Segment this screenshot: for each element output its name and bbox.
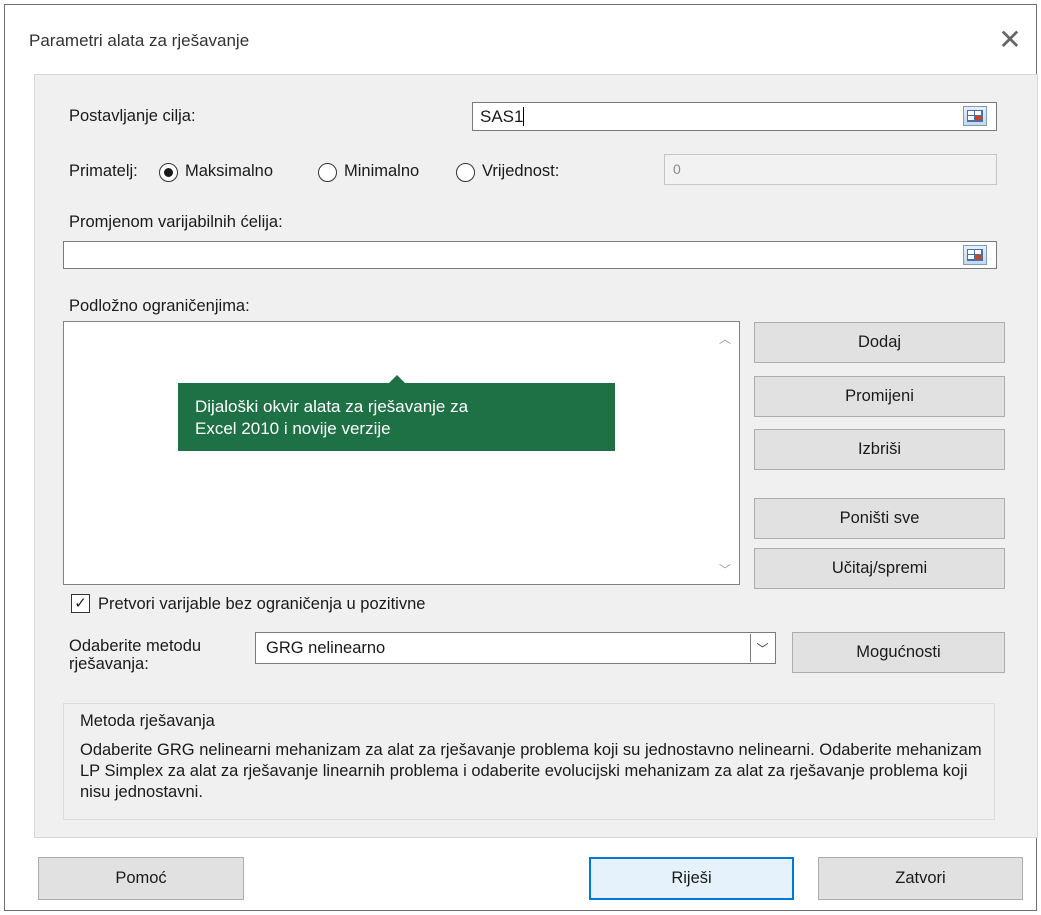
load-save-button[interactable]: Učitaj/spremi [754, 548, 1005, 589]
close-button[interactable]: Zatvori [818, 857, 1023, 900]
chevron-up-icon[interactable]: ︿ [719, 330, 731, 347]
help-button[interactable]: Pomoć [38, 857, 244, 900]
radio-min-label: Minimalno [344, 162, 420, 180]
solve-button[interactable]: Riješi [589, 857, 794, 900]
nonneg-checkbox[interactable]: ✓ [71, 594, 90, 613]
constraints-list[interactable]: ︿ ﹀ [63, 321, 740, 585]
add-button[interactable]: Dodaj [754, 322, 1005, 363]
tooltip-line-1: Dijaloški okvir alata za rješavanje za [195, 397, 469, 416]
radio-min[interactable] [318, 163, 337, 182]
radio-value-of-label: Vrijednost: [482, 162, 560, 180]
method-label: Odaberite metodu rješavanja: [69, 637, 201, 673]
method-select-value: GRG nelinearno [266, 639, 386, 657]
changing-cells-input[interactable] [63, 241, 997, 269]
value-of-input[interactable]: 0 [664, 154, 997, 185]
method-label-line-1: Odaberite metodu [69, 637, 202, 655]
chevron-down-icon[interactable]: ﹀ [719, 561, 731, 578]
solving-method-title: Metoda rješavanja [80, 712, 215, 730]
chevron-down-icon[interactable]: ﹀ [750, 634, 774, 662]
range-select-icon[interactable] [963, 245, 987, 265]
options-button[interactable]: Mogućnosti [792, 632, 1005, 673]
info-tooltip: Dijaloški okvir alata za rješavanje za E… [178, 375, 615, 451]
nonneg-label: Pretvori varijable bez ograničenja u poz… [98, 595, 426, 613]
change-button[interactable]: Promijeni [754, 376, 1005, 417]
objective-value: SAS1 [480, 107, 524, 126]
close-icon[interactable]: ✕ [990, 19, 1030, 59]
constraints-label: Podložno ograničenjima: [69, 297, 250, 315]
dialog-title: Parametri alata za rješavanje [29, 31, 250, 50]
value-of-value: 0 [673, 161, 681, 177]
method-label-line-2: rješavanja: [69, 655, 149, 673]
changing-cells-label: Promjenom varijabilnih ćelija: [69, 213, 283, 231]
method-select[interactable]: GRG nelinearno ﹀ [255, 632, 776, 664]
solving-method-description: Odaberite GRG nelinearni mehanizam za al… [80, 741, 982, 801]
tooltip-line-2: Excel 2010 i novije verzije [195, 419, 391, 438]
objective-input[interactable]: SAS1 [472, 102, 997, 131]
checkmark-icon: ✓ [74, 595, 87, 612]
range-select-icon[interactable] [963, 106, 987, 126]
delete-button[interactable]: Izbriši [754, 429, 1005, 470]
solving-method-group: Metoda rješavanja Odaberite GRG nelinear… [63, 703, 995, 820]
radio-max-label: Maksimalno [185, 162, 274, 180]
objective-label: Postavljanje cilja: [69, 107, 196, 125]
reset-all-button[interactable]: Poništi sve [754, 498, 1005, 539]
radio-value-of[interactable] [456, 163, 475, 182]
to-label: Primatelj: [69, 162, 138, 180]
title-bar: Parametri alata za rješavanje ✕ [5, 5, 1036, 69]
radio-max[interactable] [159, 163, 178, 182]
text-cursor [523, 107, 524, 126]
